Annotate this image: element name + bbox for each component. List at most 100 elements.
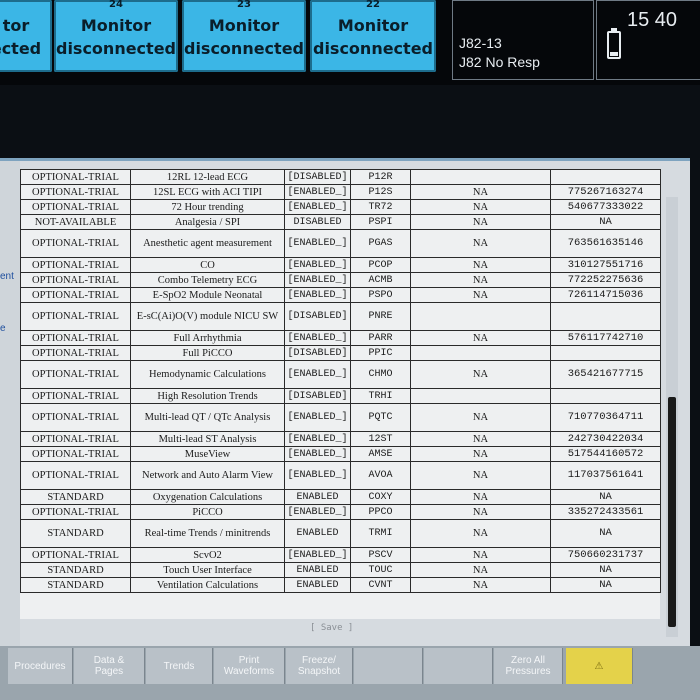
table-row[interactable]: OPTIONAL-TRIAL Hemodynamic Calculations [E… xyxy=(20,360,661,389)
code-cell: TOUC xyxy=(350,562,411,578)
softkey-4[interactable]: Freeze/Snapshot xyxy=(286,648,353,684)
code-cell: CHMO xyxy=(350,360,411,389)
license-key-cell: NA xyxy=(550,562,661,578)
no-response-label: J82 No Resp xyxy=(459,54,540,70)
option-name-cell: E-SpO2 Module Neonatal xyxy=(130,287,285,303)
na-cell: NA xyxy=(410,214,551,230)
license-key-cell: 540677333022 xyxy=(550,199,661,215)
na-cell: NA xyxy=(410,287,551,303)
option-name-cell: PiCCO xyxy=(130,504,285,520)
softkey-3[interactable]: Print Waveforms xyxy=(214,648,285,684)
option-name-cell: Multi-lead ST Analysis xyxy=(130,431,285,447)
softkey-2[interactable]: Trends xyxy=(146,648,213,684)
option-name-cell: Combo Telemetry ECG xyxy=(130,272,285,288)
table-row[interactable]: OPTIONAL-TRIAL Full Arrhythmia [ENABLED_] P… xyxy=(20,330,661,346)
softkey-7[interactable]: Zero All Pressures xyxy=(494,648,563,684)
softkey-1[interactable]: Data & Pages xyxy=(74,648,145,684)
table-row[interactable]: OPTIONAL-TRIAL E-SpO2 Module Neonatal [ENA… xyxy=(20,287,661,303)
table-row[interactable]: OPTIONAL-TRIAL 12SL ECG with ACI TIPI [ENA… xyxy=(20,184,661,200)
save-button[interactable]: [ Save ] xyxy=(310,623,353,633)
tile-number xyxy=(0,0,52,10)
side-menu-item[interactable]: e xyxy=(0,323,6,334)
code-cell: AVOA xyxy=(350,461,411,490)
license-key-cell: 726114715036 xyxy=(550,287,661,303)
license-key-cell: 772252275636 xyxy=(550,272,661,288)
softkey-0[interactable]: Procedures xyxy=(8,648,73,684)
license-key-cell: 117037561641 xyxy=(550,461,661,490)
na-cell: NA xyxy=(410,431,551,447)
code-cell: PPIC xyxy=(350,345,411,361)
code-cell: PARR xyxy=(350,330,411,346)
table-row[interactable]: OPTIONAL-TRIAL Combo Telemetry ECG [ENABLE… xyxy=(20,272,661,288)
table-row[interactable]: STANDARD Real-time Trends / minitrends ENA… xyxy=(20,519,661,548)
table-row[interactable]: OPTIONAL-TRIAL High Resolution Trends [DIS… xyxy=(20,388,661,404)
state-cell: [DISABLED] xyxy=(284,388,351,404)
table-row[interactable]: NOT-AVAILABLE Analgesia / SPI DISABLED PSPI… xyxy=(20,214,661,230)
status-cell: OPTIONAL-TRIAL xyxy=(20,431,131,447)
option-name-cell: Hemodynamic Calculations xyxy=(130,360,285,389)
state-cell: [ENABLED_] xyxy=(284,547,351,563)
softkey-label: Snapshot xyxy=(297,666,341,677)
side-menu-item[interactable]: ent xyxy=(0,271,14,282)
state-cell: [DISABLED] xyxy=(284,345,351,361)
monitor-tile-24[interactable]: 24 Monitor disconnected xyxy=(54,0,178,72)
status-cell: STANDARD xyxy=(20,489,131,505)
monitor-tile-partial[interactable]: tor ected xyxy=(0,0,52,72)
option-name-cell: Analgesia / SPI xyxy=(130,214,285,230)
table-row[interactable]: OPTIONAL-TRIAL Multi-lead QT / QTc Analys… xyxy=(20,403,661,432)
monitor-tile-23[interactable]: 23 Monitor disconnected xyxy=(182,0,306,72)
status-cell: OPTIONAL-TRIAL xyxy=(20,504,131,520)
table-row[interactable]: OPTIONAL-TRIAL ScvO2 [ENABLED_] PSCV NA 75066… xyxy=(20,547,661,563)
bed-status-panel[interactable]: J82-13 J82 No Resp xyxy=(452,0,594,80)
state-cell: [ENABLED_] xyxy=(284,504,351,520)
state-cell: [ENABLED_] xyxy=(284,199,351,215)
table-row[interactable]: STANDARD Touch User Interface ENABLED TOUC N… xyxy=(20,562,661,578)
battery-icon xyxy=(607,28,621,59)
status-cell: OPTIONAL-TRIAL xyxy=(20,461,131,490)
table-row[interactable]: OPTIONAL-TRIAL PiCCO [ENABLED_] PPCO NA 33527… xyxy=(20,504,661,520)
alarm-silence-icon[interactable]: ⚠ xyxy=(566,648,633,684)
license-key-cell xyxy=(550,302,661,331)
status-cell: OPTIONAL-TRIAL xyxy=(20,403,131,432)
monitor-top-bar: tor ected 24 Monitor disconnected 23 Mon… xyxy=(0,0,700,85)
bed-label: J82-13 xyxy=(459,35,502,51)
table-row[interactable]: OPTIONAL-TRIAL Full PiCCO [DISABLED] PPIC xyxy=(20,345,661,361)
license-key-cell: 763561635146 xyxy=(550,229,661,258)
tile-status: disconnected xyxy=(312,39,433,58)
table-row[interactable]: OPTIONAL-TRIAL CO [ENABLED_] PCOP NA 31012755… xyxy=(20,257,661,273)
options-screen: ent e OPTIONAL-TRIAL 12RL 12-lead ECG [DIS… xyxy=(0,158,690,651)
na-cell: NA xyxy=(410,446,551,462)
clock-panel: 15 40 xyxy=(596,0,700,80)
na-cell: NA xyxy=(410,489,551,505)
option-name-cell: CO xyxy=(130,257,285,273)
table-row[interactable]: OPTIONAL-TRIAL 12RL 12-lead ECG [DISABLED]… xyxy=(20,169,661,185)
na-cell: NA xyxy=(410,577,551,593)
option-name-cell: Oxygenation Calculations xyxy=(130,489,285,505)
na-cell xyxy=(410,345,551,361)
na-cell: NA xyxy=(410,360,551,389)
table-row[interactable]: OPTIONAL-TRIAL Multi-lead ST Analysis [ENA… xyxy=(20,431,661,447)
table-row[interactable]: OPTIONAL-TRIAL MuseView [ENABLED_] AMSE NA 51… xyxy=(20,446,661,462)
table-row[interactable]: STANDARD Ventilation Calculations ENABLED C… xyxy=(20,577,661,593)
table-row[interactable]: OPTIONAL-TRIAL 72 Hour trending [ENABLED_]… xyxy=(20,199,661,215)
softkey-5[interactable] xyxy=(354,648,423,684)
table-row[interactable]: OPTIONAL-TRIAL Anesthetic agent measureme… xyxy=(20,229,661,258)
table-row[interactable]: OPTIONAL-TRIAL Network and Auto Alarm Vie… xyxy=(20,461,661,490)
softkey-6[interactable] xyxy=(424,648,493,684)
status-cell: OPTIONAL-TRIAL xyxy=(20,345,131,361)
softkey-label: Trends xyxy=(163,660,195,672)
table-scrollbar[interactable] xyxy=(666,197,678,637)
license-key-cell: NA xyxy=(550,519,661,548)
softkey-bar: Procedures Data & Pages Trends Print Waveform… xyxy=(0,646,700,700)
state-cell: ENABLED xyxy=(284,489,351,505)
status-cell: STANDARD xyxy=(20,519,131,548)
tile-status: disconnected xyxy=(183,39,304,58)
table-row[interactable]: STANDARD Oxygenation Calculations ENABLED C… xyxy=(20,489,661,505)
monitor-tile-22[interactable]: 22 Monitor disconnected xyxy=(310,0,436,72)
option-name-cell: 12RL 12-lead ECG xyxy=(130,169,285,185)
table-row[interactable]: OPTIONAL-TRIAL E-sC(Ai)O(V) module NICU S… xyxy=(20,302,661,331)
state-cell: [ENABLED_] xyxy=(284,403,351,432)
tile-number: 22 xyxy=(366,0,380,10)
status-cell: OPTIONAL-TRIAL xyxy=(20,388,131,404)
scrollbar-thumb[interactable] xyxy=(668,397,676,627)
